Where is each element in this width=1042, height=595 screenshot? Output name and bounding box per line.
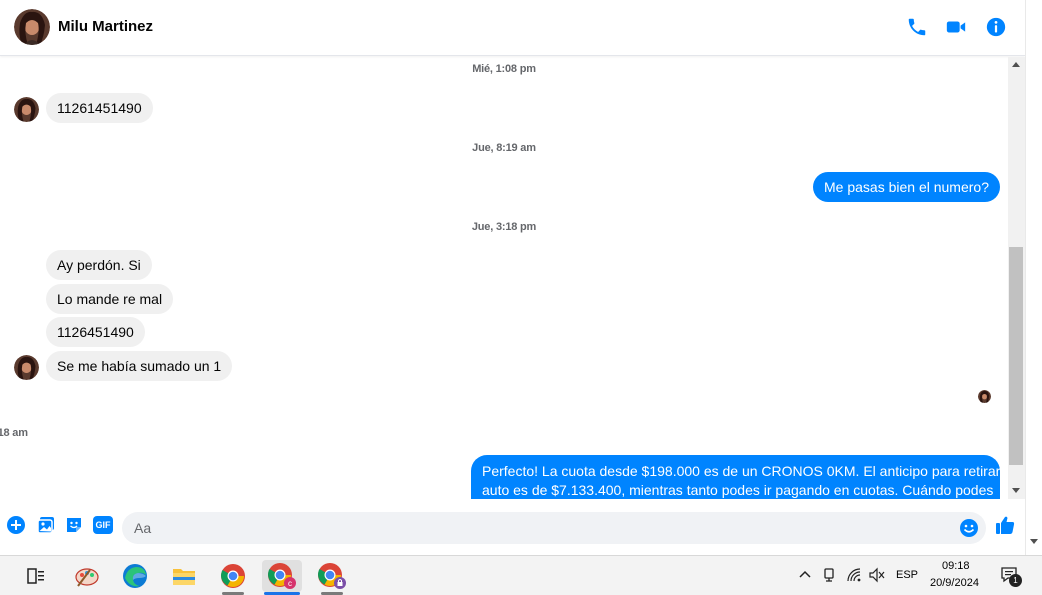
phone-icon[interactable] — [906, 16, 928, 38]
page-scroll-down-icon[interactable] — [1030, 539, 1038, 544]
read-receipt-avatar — [978, 390, 991, 403]
sender-avatar[interactable] — [14, 355, 39, 380]
timestamp: Mié, 1:08 pm — [472, 63, 536, 75]
plus-icon[interactable] — [6, 515, 26, 535]
clock-time[interactable]: 09:18 — [942, 560, 970, 572]
chat-header: Milu Martinez — [0, 0, 1025, 56]
chrome-profile-lock-icon — [318, 563, 346, 589]
outgoing-message[interactable]: Me pasas bien el numero? — [813, 172, 1000, 202]
taskbar-app-paint[interactable] — [67, 560, 107, 592]
taskbar-app-chrome-profile-c[interactable]: c — [262, 560, 302, 595]
scroll-up-arrow-icon[interactable] — [1012, 62, 1020, 67]
chevron-up-icon[interactable] — [798, 569, 812, 579]
volume-muted-icon[interactable] — [868, 567, 886, 583]
window-scrollbar — [1025, 0, 1042, 555]
taskbar-app-file-explorer[interactable] — [164, 560, 204, 592]
taskbar-app-chrome[interactable] — [213, 560, 253, 595]
chrome-icon — [221, 564, 245, 588]
sticker-icon[interactable] — [64, 515, 84, 535]
message-list: Mié, 1:08 pm 11261451490 Jue, 8:19 am Me… — [0, 57, 1008, 499]
video-icon[interactable] — [945, 16, 967, 38]
task-view-button[interactable] — [16, 560, 56, 592]
message-input-container[interactable] — [122, 512, 986, 544]
task-view-icon — [27, 568, 44, 584]
scroll-down-arrow-icon[interactable] — [1012, 488, 1020, 493]
svg-text:c: c — [288, 579, 292, 588]
meet-now-icon[interactable] — [822, 566, 836, 584]
sender-avatar[interactable] — [14, 97, 39, 122]
gallery-icon[interactable] — [36, 515, 56, 535]
emoji-icon[interactable] — [959, 518, 979, 538]
messenger-window: Milu Martinez Mié, 1:08 pm 11261451490 J… — [0, 0, 1042, 555]
incoming-message[interactable]: 11261451490 — [46, 93, 153, 123]
chat-scrollbar[interactable] — [1008, 57, 1025, 499]
incoming-message[interactable]: 1126451490 — [46, 317, 145, 347]
notification-count-badge: 1 — [1009, 574, 1022, 587]
paint-icon — [75, 568, 99, 587]
clock-date[interactable]: 20/9/2024 — [930, 577, 979, 589]
taskbar-app-chrome-profile-lock[interactable] — [312, 560, 352, 595]
message-input[interactable] — [134, 512, 954, 544]
contact-name[interactable]: Milu Martinez — [58, 18, 153, 35]
message-line: auto es de $7.133.400, mientras tanto po… — [482, 482, 994, 498]
incoming-message[interactable]: Se me había sumado un 1 — [46, 351, 233, 381]
scrollbar-thumb[interactable] — [1009, 247, 1023, 465]
windows-taskbar: c ESP 09:18 20/9/2024 1 — [0, 555, 1042, 595]
contact-avatar[interactable] — [14, 9, 50, 45]
info-icon[interactable] — [985, 16, 1007, 38]
language-indicator[interactable]: ESP — [896, 569, 918, 581]
incoming-message[interactable]: Lo mande re mal — [46, 284, 174, 314]
timestamp: 9:18 am — [0, 427, 28, 439]
notification-center[interactable]: 1 — [1000, 565, 1022, 587]
incoming-message[interactable]: Ay perdón. Si — [46, 250, 152, 280]
wifi-icon[interactable] — [846, 567, 862, 583]
taskbar-app-edge[interactable] — [115, 560, 155, 592]
message-composer: GIF — [0, 505, 1025, 551]
timestamp: Jue, 3:18 pm — [471, 221, 537, 233]
edge-icon — [123, 564, 147, 588]
message-line: Perfecto! La cuota desde $198.000 es de … — [482, 463, 1008, 479]
gif-icon[interactable]: GIF — [93, 516, 113, 534]
like-icon[interactable] — [994, 514, 1016, 536]
file-explorer-icon — [173, 569, 195, 585]
chrome-profile-c-icon: c — [268, 563, 296, 589]
timestamp: Jue, 8:19 am — [472, 142, 536, 154]
outgoing-message[interactable]: Perfecto! La cuota desde $198.000 es de … — [471, 455, 1008, 499]
